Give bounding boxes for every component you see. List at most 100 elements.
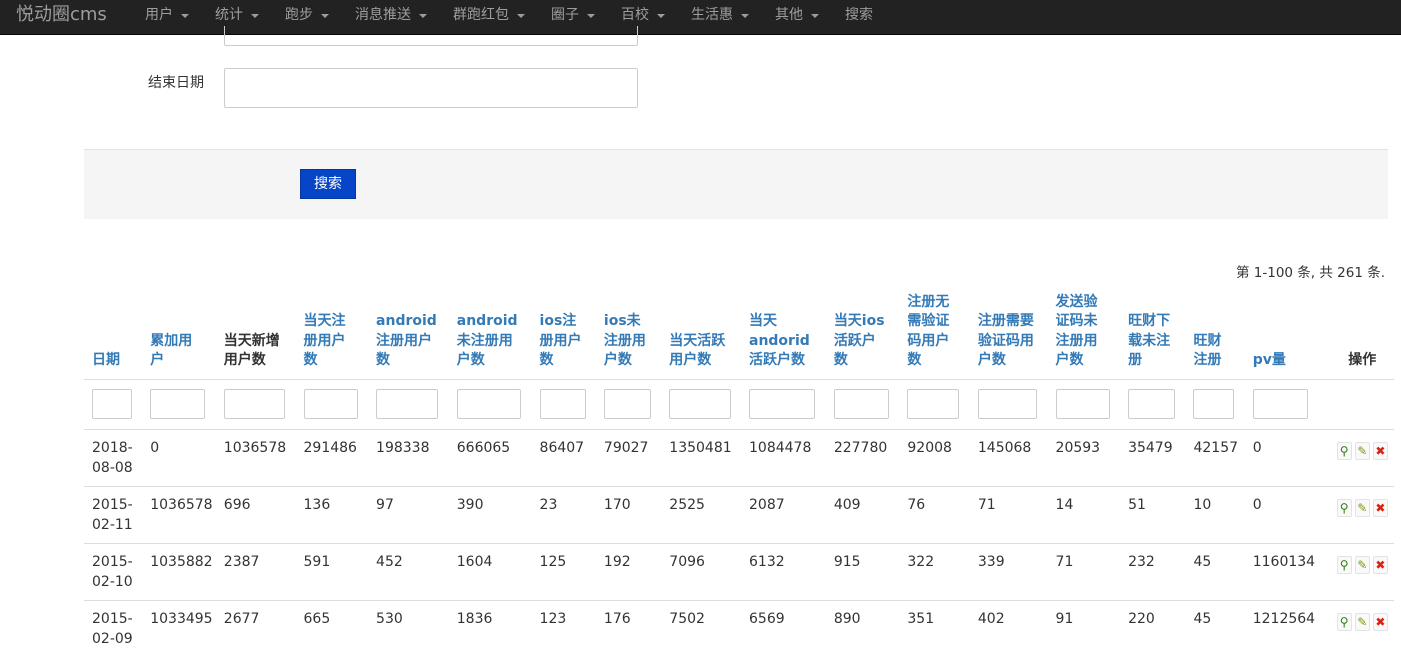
column-header-and_reg[interactable]: android 注册用户数 [368, 287, 449, 380]
filter-input-and_unreg[interactable] [456, 389, 521, 419]
cell-new: 2677 [215, 599, 296, 657]
column-header-total[interactable]: 累加用户 [142, 287, 216, 380]
column-header-text: 注册用 [1055, 332, 1098, 349]
row-actions: ⚲ ✎ ✖ [1336, 552, 1388, 574]
filter-input-ios_unreg[interactable] [603, 389, 651, 419]
column-header-ops: 操作 [1328, 287, 1394, 380]
filter-row [84, 379, 1394, 430]
column-header-ios_unreg[interactable]: ios未 注册用 户数 [595, 287, 662, 380]
end-date-input[interactable] [224, 68, 638, 108]
cell-no_code: 351 [899, 599, 970, 657]
filter-input-need_code[interactable] [977, 389, 1037, 419]
row-actions: ⚲ ✎ ✖ [1336, 609, 1388, 631]
cell-and_active: 6569 [741, 599, 826, 657]
column-header-and_unreg[interactable]: android 未注册用 户数 [448, 287, 532, 380]
cell-ios_unreg: 176 [595, 599, 662, 657]
edit-icon[interactable]: ✎ [1354, 612, 1370, 631]
column-header-pv[interactable]: pv量 [1244, 287, 1329, 380]
filter-cell [825, 379, 900, 430]
cell-actions: ⚲ ✎ ✖ [1328, 485, 1394, 543]
caret-down-icon [517, 14, 525, 18]
filter-input-active[interactable] [669, 389, 732, 419]
nav-item-label: 群跑红包 [453, 7, 509, 23]
column-header-date[interactable]: 日期 [84, 287, 143, 380]
column-header-text: 数 [907, 352, 922, 368]
date-text: 02-11 [92, 516, 133, 533]
filter-cell [368, 379, 449, 430]
view-icon[interactable]: ⚲ [1336, 498, 1352, 517]
filter-input-and_reg[interactable] [376, 389, 439, 419]
cell-need_code: 402 [969, 599, 1048, 657]
delete-icon[interactable]: ✖ [1372, 555, 1388, 574]
cell-active: 7096 [661, 542, 741, 600]
delete-icon[interactable]: ✖ [1372, 441, 1388, 460]
filter-input-and_active[interactable] [749, 389, 815, 419]
filter-input-wc_reg[interactable] [1193, 389, 1235, 419]
nav-item-label: 圈子 [551, 7, 579, 23]
date-text: 08-08 [92, 459, 133, 476]
column-header-ios_active[interactable]: 当天ios 活跃户数 [825, 287, 900, 380]
nav-item-7[interactable]: 生活惠 [678, 0, 762, 35]
column-header-need_code[interactable]: 注册需要 验证码用 户数 [969, 287, 1048, 380]
filter-input-no_code[interactable] [907, 389, 960, 419]
filter-input-total[interactable] [150, 389, 206, 419]
column-header-text: 户数 [603, 352, 632, 368]
search-button[interactable]: 搜索 [300, 169, 356, 199]
filter-input-date[interactable] [92, 389, 132, 419]
column-header-and_active[interactable]: 当天 andorid 活跃户数 [741, 287, 826, 380]
delete-icon[interactable]: ✖ [1372, 498, 1388, 517]
column-header-text: 发送验 [1055, 293, 1098, 310]
filter-input-ios_reg[interactable] [539, 389, 586, 419]
nav-item-8[interactable]: 其他 [762, 0, 832, 35]
nav-item-9[interactable]: 搜索 [832, 0, 886, 35]
filter-input-pv[interactable] [1252, 389, 1308, 419]
filter-input-wc_dl[interactable] [1128, 389, 1176, 419]
table-row: 2015- 02-09 1033495 2677 665 530 1836 123 176 750… [84, 599, 1394, 657]
cell-total: 0 [142, 428, 216, 486]
caret-down-icon [321, 14, 329, 18]
cell-need_code: 339 [969, 542, 1048, 600]
nav-item-label: 其他 [775, 7, 803, 23]
column-header-no_code[interactable]: 注册无 需验证 码用户数 [899, 287, 970, 380]
column-header-text: 用户数 [223, 352, 266, 368]
edit-icon[interactable]: ✎ [1354, 441, 1370, 460]
column-header-code_unreg[interactable]: 发送验 证码未 注册用 户数 [1047, 287, 1121, 380]
view-icon[interactable]: ⚲ [1336, 555, 1352, 574]
nav-item-0[interactable]: 用户 [132, 0, 202, 35]
column-header-reg[interactable]: 当天注 册用户数 [295, 287, 369, 380]
column-header-text: 注册 [1193, 352, 1222, 368]
filter-input-code_unreg[interactable] [1055, 389, 1110, 419]
view-icon[interactable]: ⚲ [1336, 441, 1352, 460]
column-header-wc_dl[interactable]: 旺财下 载未注册 [1120, 287, 1186, 380]
column-header-wc_reg[interactable]: 旺财 注册 [1185, 287, 1245, 380]
filter-input-new[interactable] [223, 389, 285, 419]
cell-code_unreg: 91 [1047, 599, 1121, 657]
edit-icon[interactable]: ✎ [1354, 555, 1370, 574]
brand-logo[interactable]: 悦动圈cms [16, 4, 107, 26]
filter-input-reg[interactable] [303, 389, 358, 419]
column-header-active[interactable]: 当天活跃 用户数 [661, 287, 741, 380]
delete-icon[interactable]: ✖ [1372, 612, 1388, 631]
column-header-text: 日期 [92, 352, 120, 368]
cell-reg: 665 [295, 599, 369, 657]
column-header-text: 户 [150, 352, 165, 368]
cell-ios_reg: 86407 [531, 428, 596, 486]
start-date-input[interactable] [224, 26, 638, 46]
row-actions: ⚲ ✎ ✖ [1336, 438, 1388, 460]
cell-total: 1036578 [142, 485, 216, 543]
column-header-ios_reg[interactable]: ios注 册用户数 [531, 287, 596, 380]
filter-cell [142, 379, 216, 430]
column-header-text: 旺财下 [1128, 313, 1171, 329]
filter-cell [531, 379, 596, 430]
column-header-text: 证码未 [1055, 313, 1098, 329]
cell-and_active: 6132 [741, 542, 826, 600]
cell-active: 7502 [661, 599, 741, 657]
view-icon[interactable]: ⚲ [1336, 612, 1352, 631]
end-date-label: 结束日期 [148, 75, 204, 91]
cell-wc_dl: 51 [1120, 485, 1186, 543]
filter-input-ios_active[interactable] [833, 389, 889, 419]
edit-icon[interactable]: ✎ [1354, 498, 1370, 517]
cell-date: 2015- 02-11 [84, 485, 143, 543]
cell-need_code: 71 [969, 485, 1048, 543]
column-header-text: 验证码用 [977, 332, 1034, 349]
